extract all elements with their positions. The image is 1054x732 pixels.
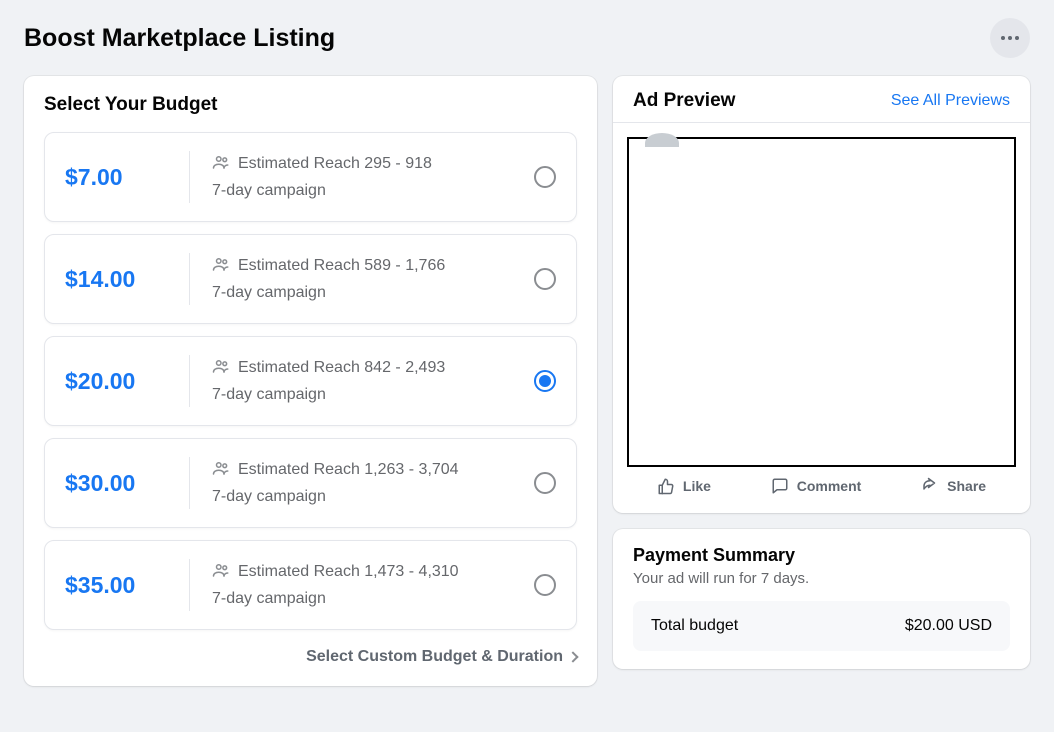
custom-budget-label: Select Custom Budget & Duration — [306, 648, 563, 666]
chevron-right-icon — [567, 651, 578, 662]
see-all-previews-link[interactable]: See All Previews — [891, 92, 1010, 110]
custom-budget-link[interactable]: Select Custom Budget & Duration — [44, 648, 577, 666]
budget-option-radio[interactable] — [534, 574, 556, 596]
budget-option-duration: 7-day campaign — [212, 590, 534, 608]
budget-option-reach: Estimated Reach 842 - 2,493 — [238, 359, 445, 377]
budget-option-duration: 7-day campaign — [212, 284, 534, 302]
total-budget-label: Total budget — [651, 617, 738, 635]
budget-option-reach: Estimated Reach 589 - 1,766 — [238, 257, 445, 275]
ellipsis-icon — [1001, 36, 1019, 40]
like-label: Like — [683, 478, 711, 494]
budget-option-radio[interactable] — [534, 370, 556, 392]
payment-summary-title: Payment Summary — [633, 545, 1010, 566]
people-icon — [212, 461, 230, 480]
budget-option[interactable]: $35.00 Estimated Reach 1,473 - 4,310 7-day… — [44, 540, 577, 630]
budget-section-title: Select Your Budget — [44, 94, 577, 116]
budget-option-price: $14.00 — [65, 266, 183, 293]
total-budget-value: $20.00 USD — [905, 617, 992, 635]
comment-button[interactable]: Comment — [771, 477, 862, 495]
budget-option[interactable]: $30.00 Estimated Reach 1,263 - 3,704 7-day… — [44, 438, 577, 528]
budget-option-reach: Estimated Reach 1,473 - 4,310 — [238, 563, 459, 581]
divider — [189, 457, 190, 509]
people-icon — [212, 155, 230, 174]
payment-summary-card: Payment Summary Your ad will run for 7 d… — [613, 529, 1030, 669]
share-icon — [921, 477, 939, 495]
budget-option-price: $7.00 — [65, 164, 183, 191]
budget-option-reach: Estimated Reach 1,263 - 3,704 — [238, 461, 459, 479]
people-icon — [212, 359, 230, 378]
ad-preview-title: Ad Preview — [633, 90, 735, 112]
comment-label: Comment — [797, 478, 862, 494]
ad-preview-card: Ad Preview See All Previews Like Comment — [613, 76, 1030, 513]
divider — [189, 559, 190, 611]
budget-card: Select Your Budget $7.00 Estimated Reach … — [24, 76, 597, 686]
divider — [189, 151, 190, 203]
share-label: Share — [947, 478, 986, 494]
people-icon — [212, 563, 230, 582]
budget-option-price: $35.00 — [65, 572, 183, 599]
ad-preview-frame — [627, 137, 1016, 467]
budget-option[interactable]: $7.00 Estimated Reach 295 - 918 7-day camp… — [44, 132, 577, 222]
total-budget-row: Total budget $20.00 USD — [633, 601, 1010, 651]
budget-option-radio[interactable] — [534, 268, 556, 290]
divider — [189, 355, 190, 407]
budget-option-duration: 7-day campaign — [212, 386, 534, 404]
budget-option[interactable]: $14.00 Estimated Reach 589 - 1,766 7-day c… — [44, 234, 577, 324]
budget-option-reach: Estimated Reach 295 - 918 — [238, 155, 432, 173]
divider — [189, 253, 190, 305]
budget-option-radio[interactable] — [534, 166, 556, 188]
budget-option-duration: 7-day campaign — [212, 182, 534, 200]
comment-icon — [771, 477, 789, 495]
budget-option-radio[interactable] — [534, 472, 556, 494]
payment-summary-subtitle: Your ad will run for 7 days. — [633, 570, 1010, 587]
budget-option-duration: 7-day campaign — [212, 488, 534, 506]
people-icon — [212, 257, 230, 276]
more-options-button[interactable] — [990, 18, 1030, 58]
share-button[interactable]: Share — [921, 477, 986, 495]
like-icon — [657, 477, 675, 495]
budget-option[interactable]: $20.00 Estimated Reach 842 - 2,493 7-day c… — [44, 336, 577, 426]
page-title: Boost Marketplace Listing — [24, 24, 335, 53]
like-button[interactable]: Like — [657, 477, 711, 495]
budget-option-price: $30.00 — [65, 470, 183, 497]
budget-option-price: $20.00 — [65, 368, 183, 395]
